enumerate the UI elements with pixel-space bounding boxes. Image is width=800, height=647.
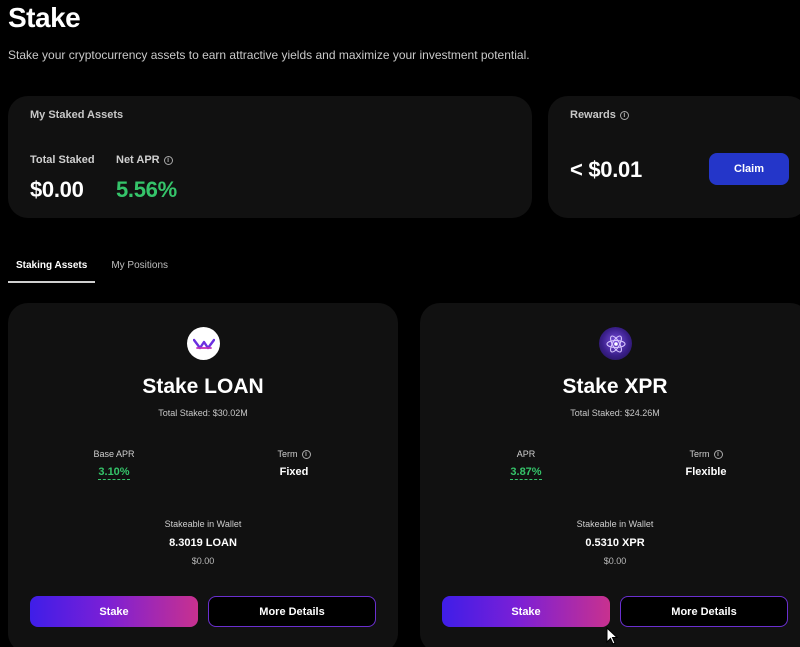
info-icon[interactable]: i [713, 449, 723, 459]
page-title: Stake [8, 2, 81, 33]
term-value: Fixed [279, 466, 309, 478]
rewards-heading: Rewards i [570, 109, 629, 121]
rewards-value: < $0.01 [570, 157, 642, 182]
apr-value-text: 3.10% [98, 466, 130, 480]
term-label: Term i [234, 449, 354, 459]
term-label: Term i [646, 449, 766, 459]
wallet-usd-value: $0.00 [191, 556, 215, 566]
stake-card-xpr: Stake XPR Total Staked: $24.26M APR 3.87… [420, 303, 800, 647]
rewards-panel: Rewards i < $0.01 Claim [548, 96, 800, 218]
more-details-button[interactable]: More Details [208, 596, 376, 627]
apr-value-text: 3.87% [510, 466, 542, 480]
stake-button[interactable]: Stake [30, 596, 198, 627]
wallet-label: Stakeable in Wallet [164, 519, 242, 529]
apr-label-text: APR [516, 449, 536, 459]
card-title: Stake XPR [562, 375, 668, 398]
term-value: Flexible [685, 466, 727, 478]
my-staked-assets-heading: My Staked Assets [30, 109, 124, 121]
mouse-cursor-icon [606, 627, 618, 645]
loan-logo-glyph [192, 338, 215, 349]
apr-label-text: Base APR [93, 449, 135, 459]
term-label-text: Term [277, 449, 298, 459]
claim-button[interactable]: Claim [709, 153, 789, 185]
info-icon[interactable]: i [619, 110, 629, 120]
staking-tabs: Staking Assets My Positions [8, 252, 176, 284]
apr-label: APR [466, 449, 586, 459]
net-apr-label: Net APR i [116, 154, 173, 166]
card-total-staked: Total Staked: $30.02M [158, 408, 248, 418]
tab-my-positions[interactable]: My Positions [95, 252, 176, 283]
info-icon[interactable]: i [163, 155, 173, 165]
net-apr-label-text: Net APR [116, 154, 160, 166]
wallet-amount: 0.5310 XPR [585, 537, 645, 549]
wallet-label: Stakeable in Wallet [576, 519, 654, 529]
total-staked-label-text: Total Staked [30, 154, 95, 166]
tab-staking-assets[interactable]: Staking Assets [8, 252, 96, 283]
wallet-usd-value: $0.00 [603, 556, 627, 566]
stake-button[interactable]: Stake [442, 596, 610, 627]
my-staked-assets-panel: My Staked Assets Total Staked $0.00 Net … [8, 96, 532, 218]
wallet-amount: 8.3019 LOAN [169, 537, 237, 549]
term-label-text: Term [689, 449, 710, 459]
card-title: Stake LOAN [142, 375, 264, 398]
net-apr-value: 5.56% [116, 177, 177, 202]
apr-value: 3.87% [466, 466, 586, 480]
more-details-button[interactable]: More Details [620, 596, 788, 627]
apr-label: Base APR [54, 449, 174, 459]
total-staked-value: $0.00 [30, 177, 84, 202]
stake-card-loan: Stake LOAN Total Staked: $30.02M Base AP… [8, 303, 398, 647]
card-total-staked: Total Staked: $24.26M [570, 408, 660, 418]
xpr-logo-icon [599, 327, 632, 360]
info-icon[interactable]: i [301, 449, 311, 459]
xpr-logo-glyph [605, 334, 626, 353]
apr-value: 3.10% [54, 466, 174, 480]
page-subtitle: Stake your cryptocurrency assets to earn… [8, 48, 530, 62]
rewards-heading-text: Rewards [570, 109, 616, 121]
loan-logo-icon [187, 327, 220, 360]
total-staked-label: Total Staked [30, 154, 95, 166]
